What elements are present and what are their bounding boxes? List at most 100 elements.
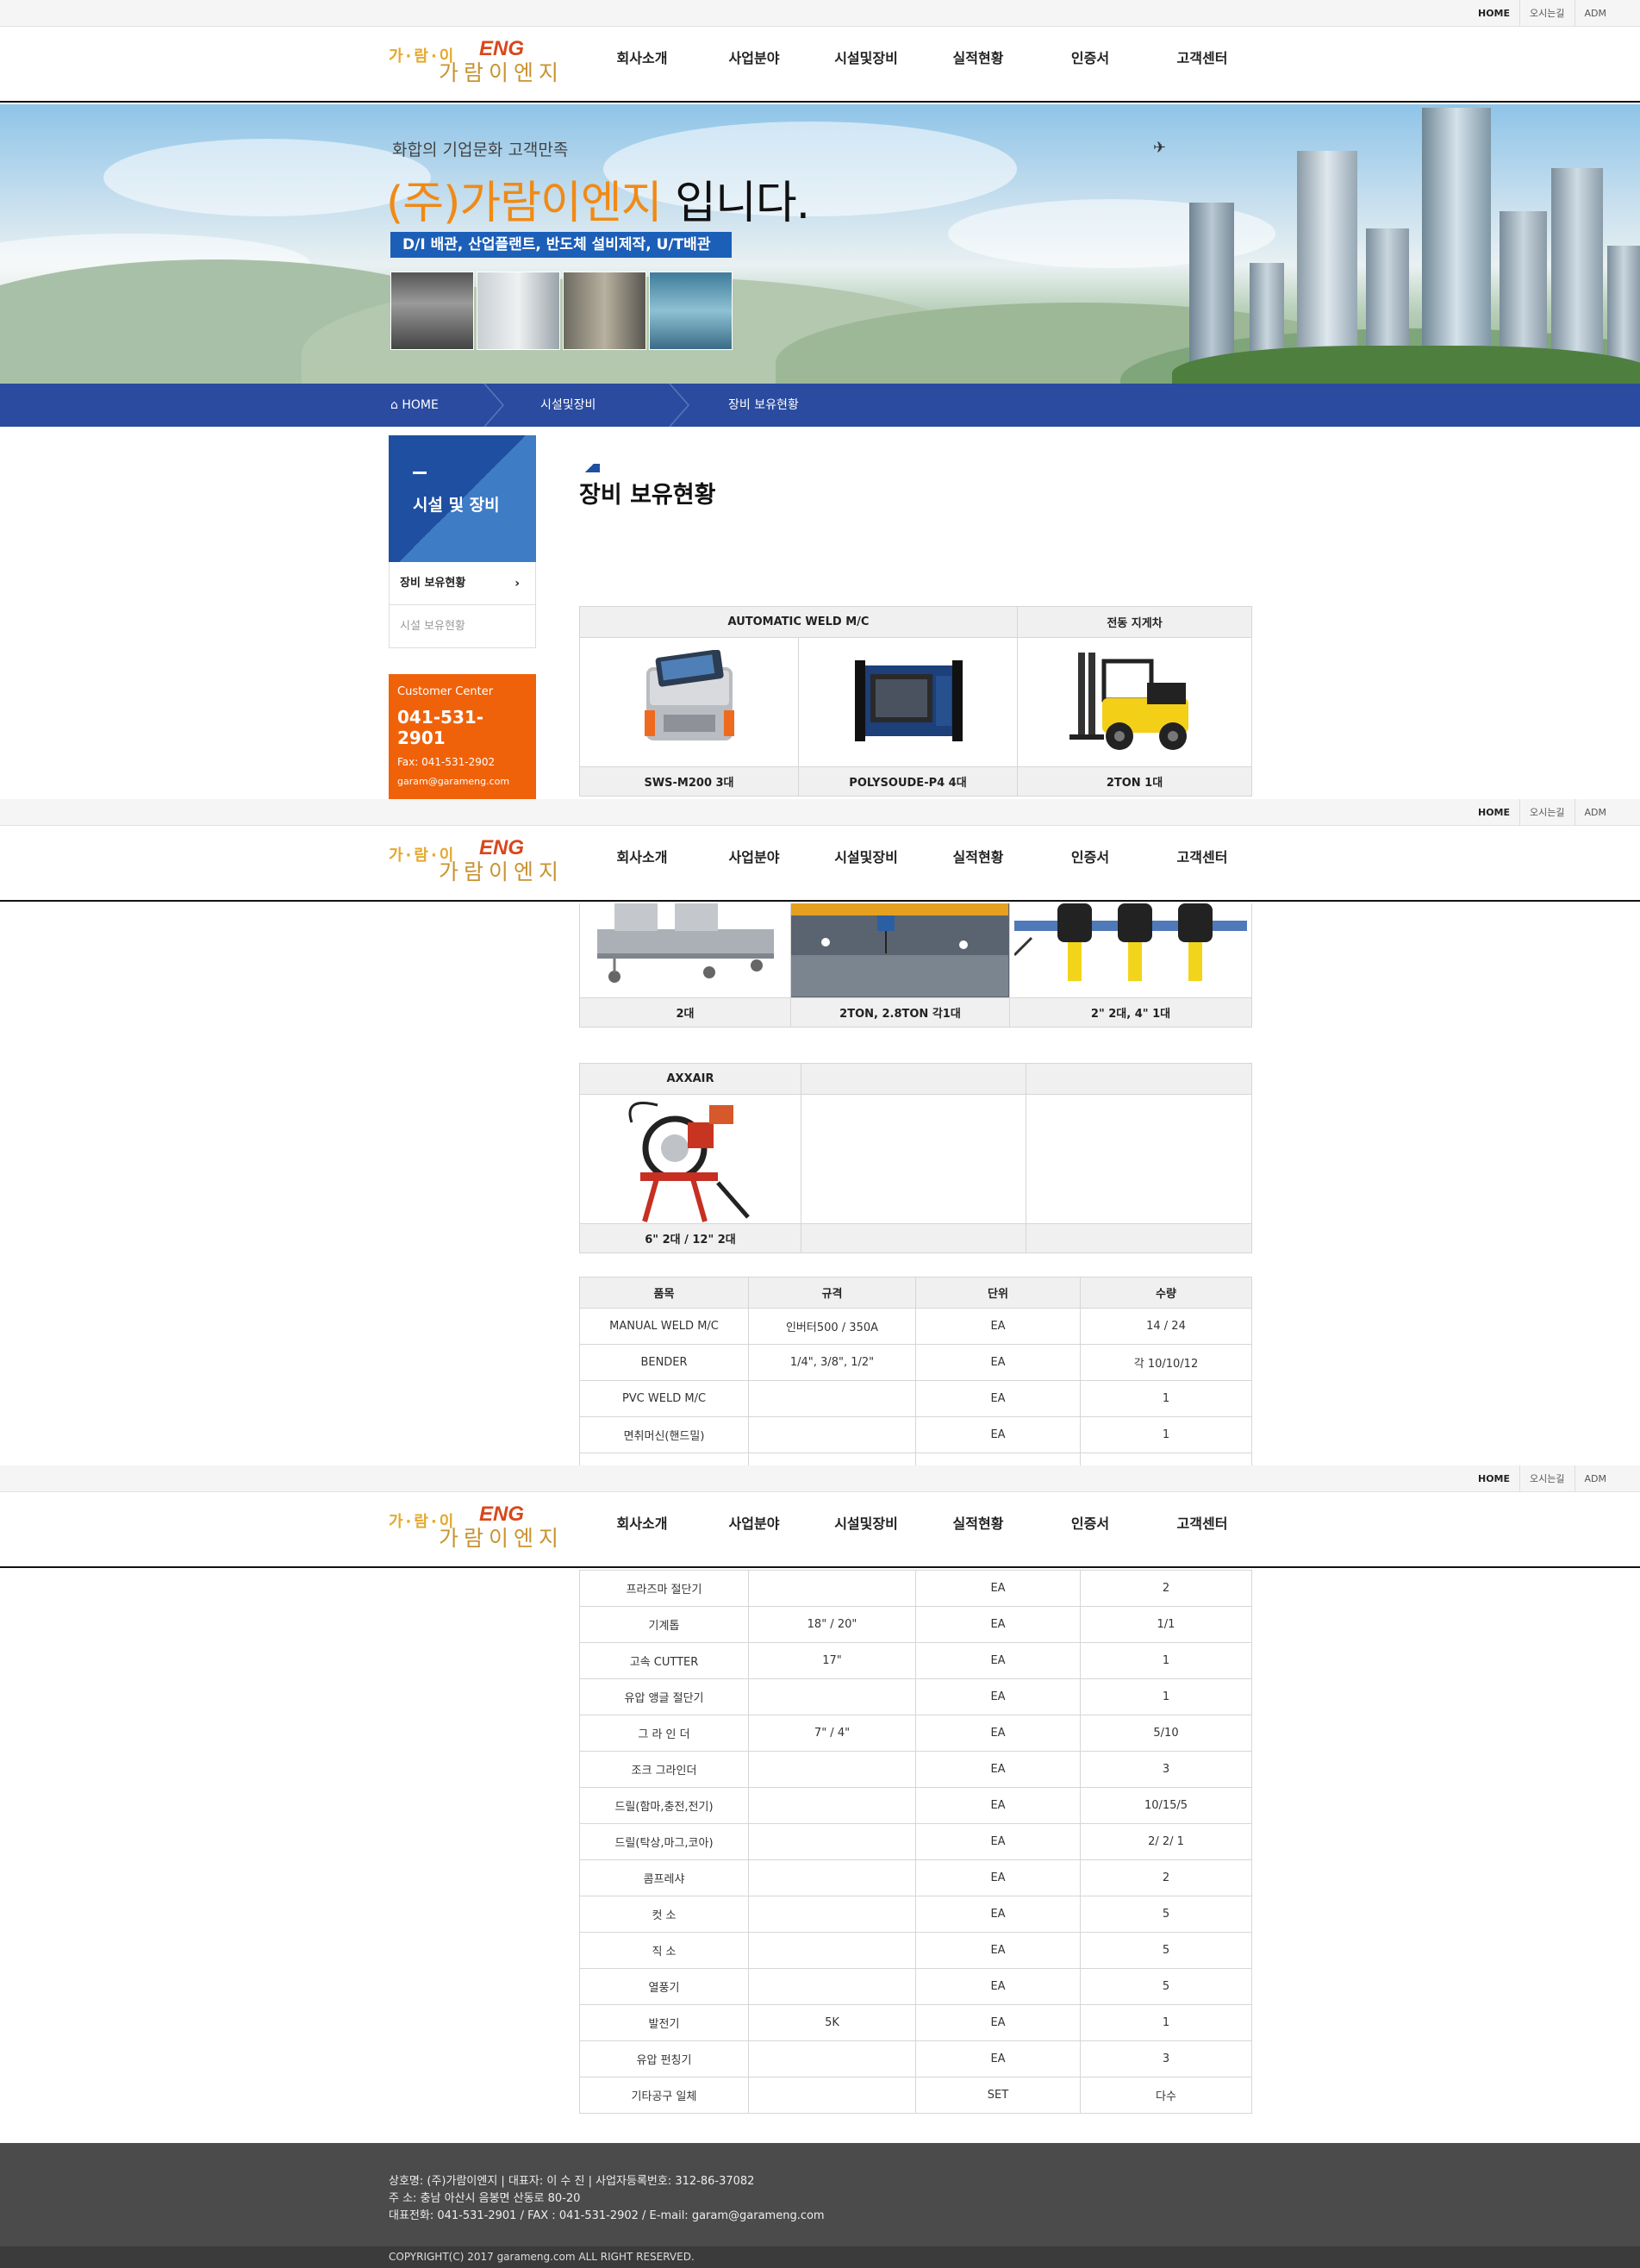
nav-item-customer[interactable]: 고객센터 xyxy=(1146,1492,1258,1568)
cell-qty: 1 xyxy=(1080,1678,1252,1715)
cell-item: 조크 그라인더 xyxy=(579,1751,749,1788)
cell-unit: EA xyxy=(915,1606,1081,1643)
top-link-location[interactable]: 오시는길 xyxy=(1519,799,1574,826)
side-nav-header: 시설 및 장비 xyxy=(389,435,536,562)
cell-spec: 1/4", 3/8", 1/2" xyxy=(748,1344,916,1381)
nav-item-facilities[interactable]: 시설및장비 xyxy=(810,826,922,902)
hero-banner: ✈ 화합의 기업문화 고객만족 (주)가람이엔지 입니다. D/I 배관, 산업… xyxy=(0,104,1640,384)
top-link-admin[interactable]: ADM xyxy=(1574,799,1617,826)
top-link-location[interactable]: 오시는길 xyxy=(1519,1465,1574,1492)
cell-qty: 2/ 2/ 1 xyxy=(1080,1823,1252,1860)
table-row: 드릴(함마,충전,전기) EA 10/15/5 xyxy=(579,1787,1252,1824)
logo[interactable]: 가·람·이 ENG 가람이엔지 xyxy=(389,37,574,85)
cell-spec xyxy=(748,2040,916,2077)
cell-item: 기타공구 일체 xyxy=(579,2077,749,2114)
equip-header-weld: AUTOMATIC WELD M/C xyxy=(578,606,1019,638)
top-link-home[interactable]: HOME xyxy=(1469,799,1519,826)
logo[interactable]: 가·람·이 ENG 가람이엔지 xyxy=(389,836,574,884)
table-row: 컷 소 EA 5 xyxy=(579,1896,1252,1933)
hero-thumb-4 xyxy=(649,272,733,350)
cell-item: 고속 CUTTER xyxy=(579,1642,749,1679)
side-nav-item-facility[interactable]: 시설 보유현황 xyxy=(389,605,536,648)
table-row: 기계톱 18" / 20" EA 1/1 xyxy=(579,1606,1252,1643)
cell-qty: 1 xyxy=(1080,1380,1252,1417)
equipment-list-table: 품목 규격 단위 수량 MANUAL WELD M/C 인버터500 / 350A… xyxy=(579,1277,1252,1465)
side-nav: 시설 및 장비 장비 보유현황 › 시설 보유현황 xyxy=(389,435,536,648)
table-row: 기타공구 일체 SET 다수 xyxy=(579,2077,1252,2114)
cell-item: 유압 앵글 절단기 xyxy=(579,1678,749,1715)
nav-item-performance[interactable]: 실적현황 xyxy=(922,27,1034,103)
top-link-admin[interactable]: ADM xyxy=(1574,0,1617,27)
table-row: 면취머신(핸드밀) EA 1 xyxy=(579,1416,1252,1453)
cell-spec xyxy=(748,1859,916,1896)
nav-item-company[interactable]: 회사소개 xyxy=(586,27,698,103)
table-row: 고속 CUTTER 17" EA 1 xyxy=(579,1642,1252,1679)
equip-header-empty xyxy=(1026,1063,1252,1095)
top-link-admin[interactable]: ADM xyxy=(1574,1465,1617,1492)
equip-image-empty xyxy=(801,1094,1026,1224)
nav-item-customer[interactable]: 고객센터 xyxy=(1146,826,1258,902)
table-row: 조크 그라인더 EA 3 xyxy=(579,1751,1252,1788)
footer-contact: 대표전화: 041-531-2901 / FAX : 041-531-2902 … xyxy=(389,2209,825,2222)
hero-thumbnails xyxy=(390,272,735,350)
top-link-home[interactable]: HOME xyxy=(1469,1465,1519,1492)
cell-item: MANUAL WELD M/C xyxy=(579,1308,749,1345)
nav-item-facilities[interactable]: 시설및장비 xyxy=(810,1492,922,1568)
table-row: 콤프레샤 EA 2 xyxy=(579,1859,1252,1896)
customer-center-email[interactable]: garam@garameng.com xyxy=(397,776,527,787)
table-row: 직 소 EA 5 xyxy=(579,1932,1252,1969)
nav-item-certificates[interactable]: 인증서 xyxy=(1034,1492,1146,1568)
table-row: 드릴(탁상,마그,코아) EA 2/ 2/ 1 xyxy=(579,1823,1252,1860)
top-link-home[interactable]: HOME xyxy=(1469,0,1519,27)
cell-item: 드릴(함마,충전,전기) xyxy=(579,1787,749,1824)
hero-thumb-1 xyxy=(390,272,474,350)
cell-item: 드릴(탁상,마그,코아) xyxy=(579,1823,749,1860)
top-utility-bar: HOME 오시는길 ADM xyxy=(0,0,1640,27)
equipment-table-2: 2대 2TON, 2.8TON 각1대 2" 2대, 4" 1대 xyxy=(579,903,1252,1028)
breadcrumb-facilities[interactable]: 시설및장비 xyxy=(540,384,596,427)
page-title: 장비 보유현황 xyxy=(579,482,716,509)
nav-item-facilities[interactable]: 시설및장비 xyxy=(810,27,922,103)
site-header: 가·람·이 ENG 가람이엔지 회사소개 사업분야 시설및장비 실적현황 인증서… xyxy=(0,1492,1640,1568)
cell-item: 면취머신(핸드밀) xyxy=(579,1416,749,1453)
nav-item-business[interactable]: 사업분야 xyxy=(698,1492,810,1568)
nav-item-company[interactable]: 회사소개 xyxy=(586,1492,698,1568)
equip-image-crane xyxy=(790,903,1010,998)
breadcrumb-home[interactable]: ⌂ HOME xyxy=(390,384,439,427)
logo[interactable]: 가·람·이 ENG 가람이엔지 xyxy=(389,1503,574,1551)
nav-item-certificates[interactable]: 인증서 xyxy=(1034,826,1146,902)
cell-unit: EA xyxy=(915,1344,1081,1381)
equip-image-empty xyxy=(1026,1094,1252,1224)
breadcrumb-separator-icon xyxy=(483,384,504,427)
equip-image-axxair xyxy=(579,1094,801,1224)
nav-item-business[interactable]: 사업분야 xyxy=(698,826,810,902)
cell-item: 프라즈마 절단기 xyxy=(579,1570,749,1607)
breadcrumb-home-label: HOME xyxy=(402,398,439,412)
nav-item-performance[interactable]: 실적현황 xyxy=(922,1492,1034,1568)
cell-qty: 1/1 xyxy=(1080,1606,1252,1643)
side-nav-item-equipment[interactable]: 장비 보유현황 › xyxy=(389,562,536,605)
equipment-table-3: AXXAIR 6" 2대 / 12" 2대 xyxy=(579,1063,1252,1253)
site-header: 가·람·이 ENG 가람이엔지 회사소개 사업분야 시설및장비 실적현황 인증서… xyxy=(0,27,1640,103)
cell-unit: EA xyxy=(915,1570,1081,1607)
top-link-location[interactable]: 오시는길 xyxy=(1519,0,1574,27)
cell-item: 컷 소 xyxy=(579,1896,749,1933)
equip-image-rail xyxy=(579,903,791,998)
nav-item-business[interactable]: 사업분야 xyxy=(698,27,810,103)
cell-qty: 1 xyxy=(1080,2004,1252,2041)
cell-qty: 1 xyxy=(1080,1416,1252,1453)
nav-item-company[interactable]: 회사소개 xyxy=(586,826,698,902)
nav-item-certificates[interactable]: 인증서 xyxy=(1034,27,1146,103)
cell-spec xyxy=(748,1570,916,1607)
nav-item-performance[interactable]: 실적현황 xyxy=(922,826,1034,902)
breadcrumb-current[interactable]: 장비 보유현황 xyxy=(728,384,799,427)
equip-image-pipe-machines xyxy=(1009,903,1252,998)
cell-unit: EA xyxy=(915,1859,1081,1896)
cell-unit: EA xyxy=(915,1787,1081,1824)
side-nav-title: 시설 및 장비 xyxy=(413,496,500,515)
table-row: 그 라 인 더 7" / 4" EA 5/10 xyxy=(579,1715,1252,1752)
cell-qty: 3 xyxy=(1080,1751,1252,1788)
cell-qty: 다수 xyxy=(1080,2077,1252,2114)
list-header-qty: 수량 xyxy=(1080,1277,1252,1309)
nav-item-customer[interactable]: 고객센터 xyxy=(1146,27,1258,103)
